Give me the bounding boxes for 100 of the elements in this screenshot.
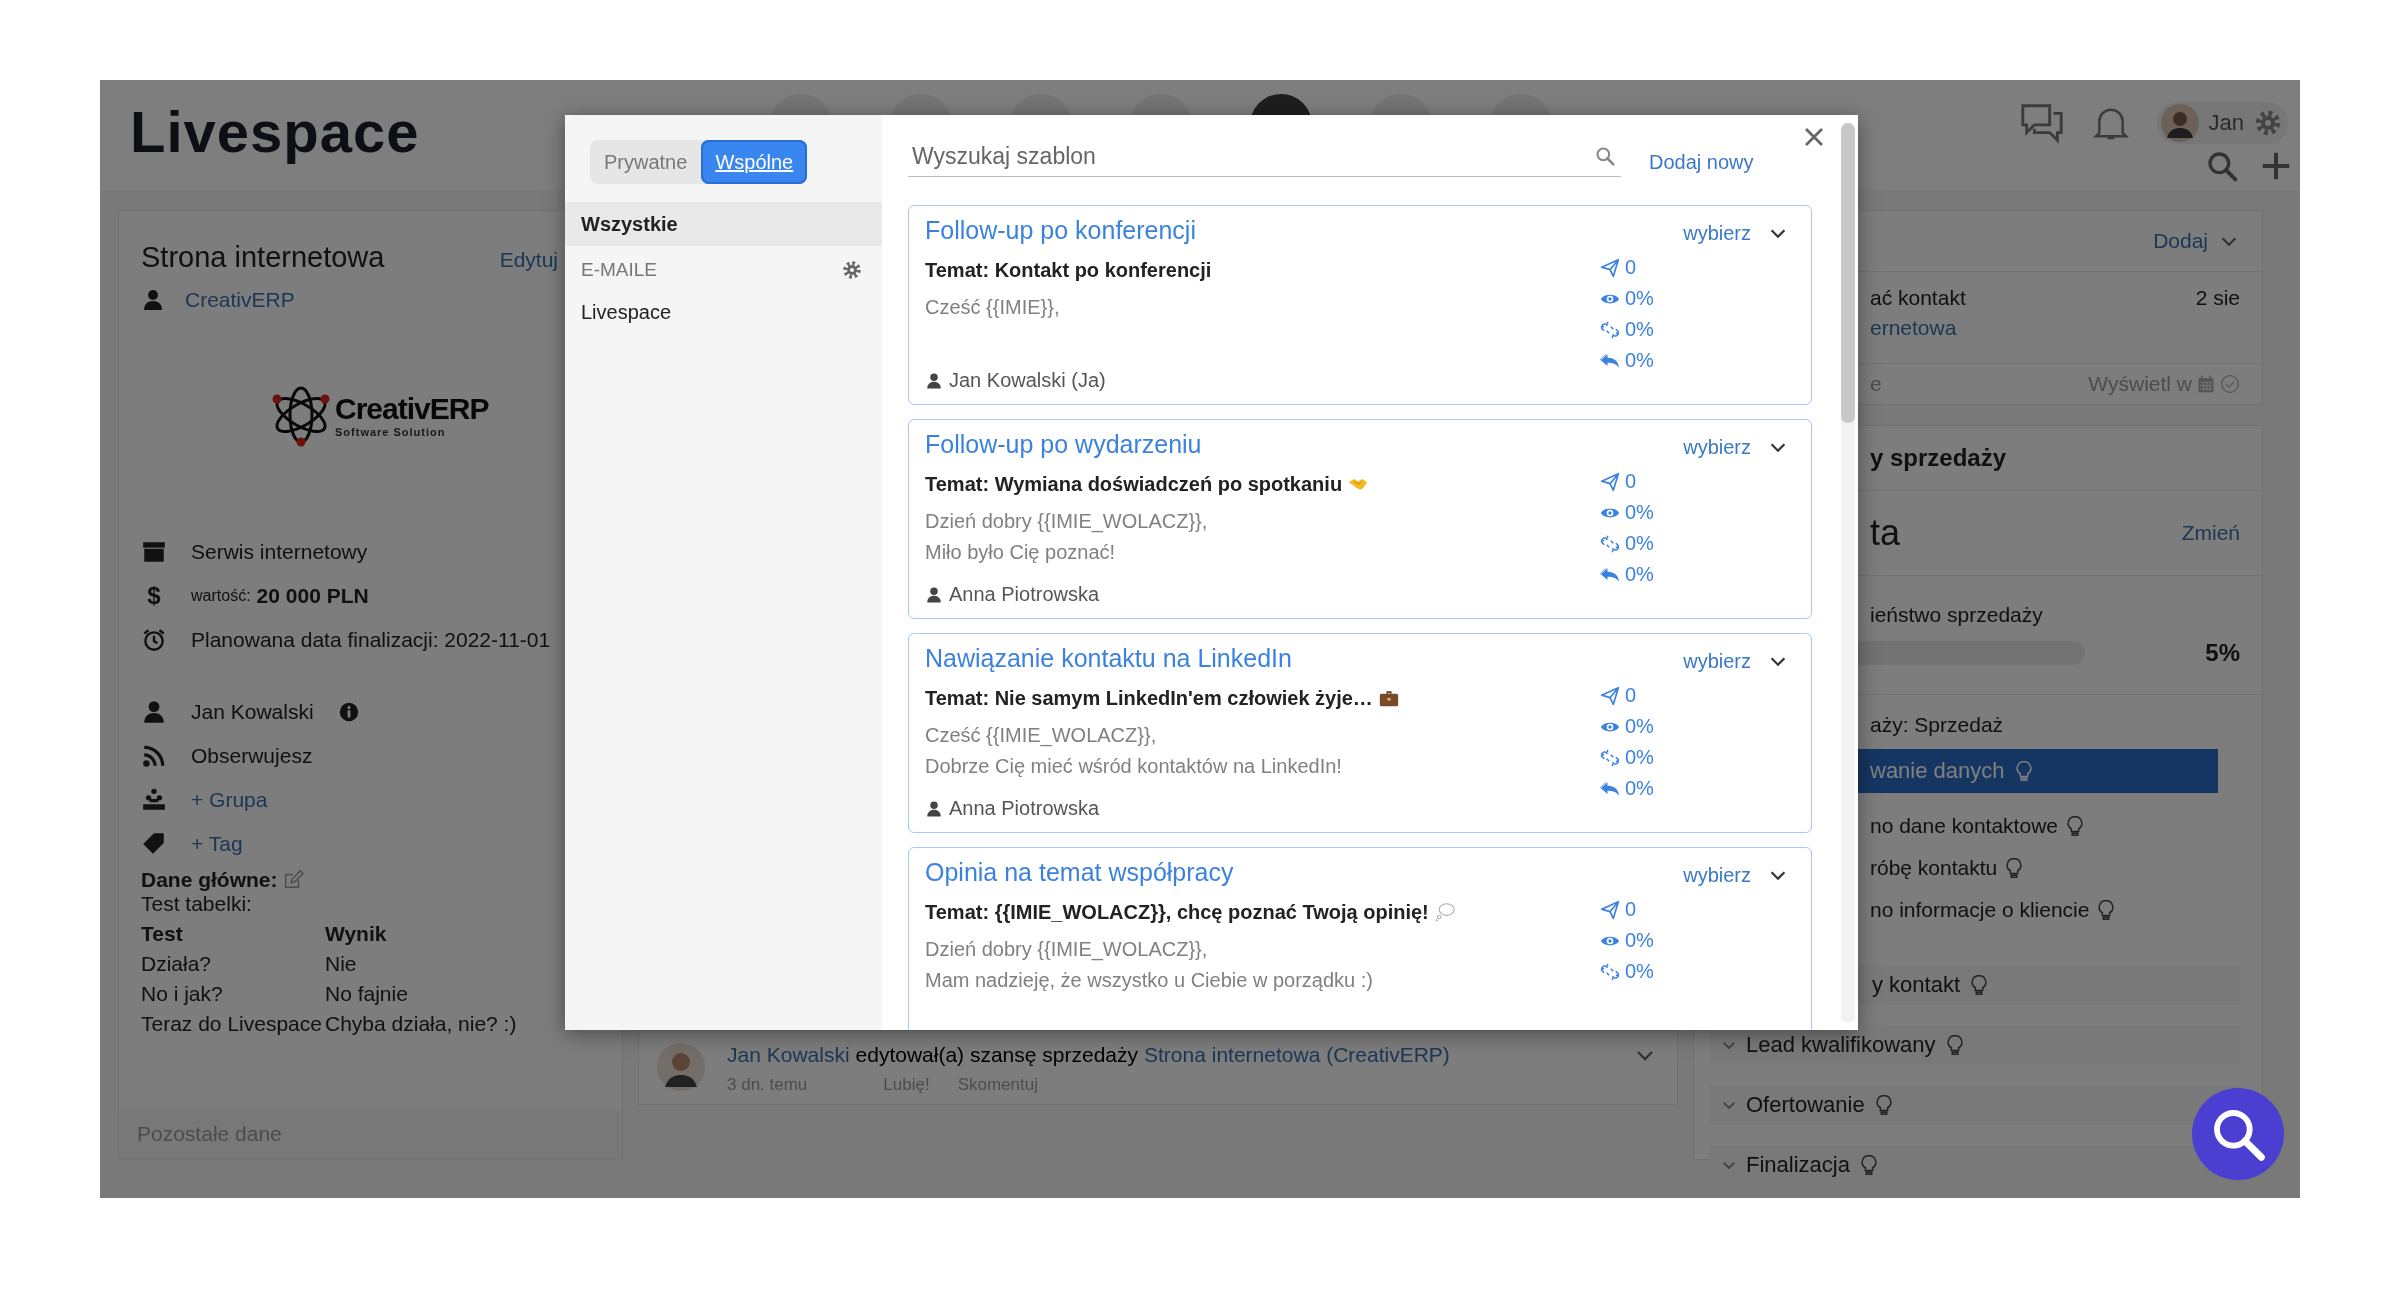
send-icon [1600, 899, 1620, 920]
stage-name: Ofertowanie [1746, 1092, 1865, 1118]
template-subject: Temat: Nie samym LinkedIn'em człowiek żyje… [925, 686, 1373, 710]
table-cell-text: Chyba działa, nie? :) [325, 1012, 518, 1036]
table-caption: Test tabelki: [141, 892, 253, 916]
probability-label: ieństwo sprzedaży [1870, 603, 2044, 627]
deal-link[interactable]: Strona internetowa (CreativERP) [1144, 1043, 1450, 1067]
search-field[interactable]: Wyszukaj szablon [908, 137, 1621, 177]
add-link[interactable]: + Tag [191, 832, 243, 856]
change-link[interactable]: Zmień [2181, 521, 2240, 545]
currency-symbol: $ [147, 582, 161, 610]
category-item[interactable]: Livespace [565, 290, 882, 334]
stat-value: 0% [1625, 287, 1654, 310]
bulb-icon [2064, 815, 2086, 837]
user-icon [141, 288, 165, 312]
calendar-icon[interactable] [2196, 374, 2216, 394]
table-header: Test [141, 922, 184, 946]
thought-bubble-icon [1434, 902, 1455, 922]
avatar[interactable] [2160, 104, 2199, 142]
stage-task: róbę kontaktu [1870, 856, 1998, 880]
logo: Livespace [130, 98, 420, 165]
template-title[interactable]: Nawiązanie kontaktu na LinkedIn [925, 644, 1600, 678]
template-subject: Temat: Kontakt po konferencji [925, 258, 1212, 282]
user-icon [925, 585, 943, 604]
company-logo-name: CreativERP [335, 392, 489, 426]
template-author: Jan Kowalski (Ja) [949, 369, 1106, 392]
company-logo-tagline: Software Solution [335, 426, 447, 438]
send-icon [1600, 471, 1620, 492]
template-preview: Miło było Cię poznać! [925, 540, 1117, 565]
avatar [657, 1043, 705, 1091]
search-icon[interactable] [1595, 146, 1615, 166]
unlink-icon [1600, 319, 1620, 340]
template-card[interactable]: Follow-up po konferencji Temat: Kontakt po konferencji Cześć {{IMIE}}, Jan Kowalski (Ja) wybierz 0 0% 0% 0% [908, 205, 1812, 405]
detail-text: Planowana data finalizacji: 2022-11-01 [191, 628, 551, 652]
author-link[interactable]: Jan Kowalski [727, 1043, 850, 1067]
detail-text: Serwis internetowy [191, 540, 368, 564]
stage-row[interactable]: Lead kwalifikowany [1710, 1025, 2240, 1065]
section-header: E-MAILE [581, 259, 658, 281]
search-icon[interactable] [2206, 150, 2238, 182]
unlink-icon [1600, 961, 1620, 982]
template-card[interactable]: Opinia na temat współpracy Temat: {{IMIE_WOLACZ}}, chcę poznać Twoją opinię! Dzień dobry {{IMIE_WOLACZ}}, Mam nadzieję, że wszystko u Ciebie w porządku :) wybierz 0 0% 0% [908, 847, 1812, 1030]
add-link[interactable]: Dodaj [2153, 229, 2208, 253]
stat-value: 0% [1625, 960, 1654, 983]
category-item[interactable]: Wszystkie [565, 202, 882, 246]
stage-name: Finalizacja [1746, 1152, 1850, 1178]
template-card[interactable]: Nawiązanie kontaktu na LinkedIn Temat: Nie samym LinkedIn'em człowiek żyje… Cześć {{IMIE_WOLACZ}}, Dobrze Cię mieć wśród kontaktów na LinkedIn! Anna Piotrowska wybierz 0 0% 0% 0% [908, 633, 1812, 833]
scope-tab[interactable]: Prywatne [590, 140, 702, 184]
scope-tab[interactable]: Wspólne [701, 140, 808, 184]
template-title[interactable]: Opinia na temat współpracy [925, 858, 1600, 892]
probability-value: 5% [2205, 639, 2240, 667]
settings-icon[interactable] [842, 260, 862, 280]
archive-icon [141, 539, 167, 565]
stage-name: y kontakt [1872, 972, 1961, 998]
template-title[interactable]: Follow-up po wydarzeniu [925, 430, 1600, 464]
stat-value: 0 [1625, 898, 1637, 921]
stage-row[interactable]: Ofertowanie [1710, 1085, 2240, 1125]
template-title[interactable]: Follow-up po konferencji [925, 216, 1600, 250]
user-icon [141, 699, 167, 725]
plus-icon[interactable] [2260, 150, 2292, 182]
section-label: Dane główne: [141, 868, 278, 892]
table-cell-text: Działa? [141, 952, 213, 976]
stat-value: 0 [1625, 470, 1637, 493]
select-link[interactable]: wybierz [1683, 221, 1751, 245]
stat-value: 0% [1625, 715, 1654, 738]
template-preview: Dzień dobry {{IMIE_WOLACZ}}, [925, 509, 1209, 535]
activity-text: edytował(a) szansę sprzedaży [855, 1043, 1139, 1067]
stat-value: 0% [1625, 929, 1654, 952]
add-link[interactable]: + Grupa [191, 788, 268, 812]
check-icon[interactable] [2220, 374, 2240, 394]
detail-text: Obserwujesz [191, 744, 313, 768]
add-new-link[interactable]: Dodaj nowy [1649, 150, 1754, 174]
stat-value: 0% [1625, 501, 1654, 524]
table-cell-text: Nie [325, 952, 358, 976]
deal-value: 20 000 PLN [256, 584, 369, 608]
template-card[interactable]: Follow-up po wydarzeniu Temat: Wymiana doświadczeń po spotkaniu Dzień dobry {{IMIE_WOLACZ}}, Miło było Cię poznać! Anna Piotrowska wybierz 0 0% 0% 0% [908, 419, 1812, 619]
company-link[interactable]: CreativERP [185, 288, 295, 312]
stage-name: wanie danych [1870, 758, 2005, 784]
table-cell-text: Teraz do Livespace [141, 1012, 323, 1036]
scrollbar[interactable] [1841, 123, 1855, 1023]
template-preview: Dzień dobry {{IMIE_WOLACZ}}, [925, 937, 1209, 963]
template-preview: Mam nadzieję, że wszystko u Ciebie w porządku :) [925, 968, 1374, 993]
send-icon [1600, 685, 1620, 706]
stat-value: 0 [1625, 256, 1637, 279]
select-link[interactable]: wybierz [1683, 863, 1751, 887]
select-link[interactable]: wybierz [1683, 649, 1751, 673]
table-header: Wynik [325, 922, 388, 946]
edit-link[interactable]: Edytuj [499, 248, 558, 272]
template-author: Anna Piotrowska [949, 583, 1100, 606]
user-name[interactable]: Jan [2208, 110, 2244, 136]
table-cell-text: No i jak? [141, 982, 224, 1006]
group-icon [141, 787, 167, 813]
stage-title: ta [1870, 512, 1901, 554]
select-link[interactable]: wybierz [1683, 435, 1751, 459]
value-label: wartość: [191, 587, 251, 605]
settings-icon[interactable] [2254, 109, 2282, 137]
stat-value: 0% [1625, 777, 1654, 800]
user-icon [925, 371, 943, 390]
unlink-icon [1600, 533, 1620, 554]
task-link[interactable]: ernetowa [1870, 316, 1966, 340]
template-preview: Dobrze Cię mieć wśród kontaktów na LinkedIn! [925, 754, 1343, 779]
